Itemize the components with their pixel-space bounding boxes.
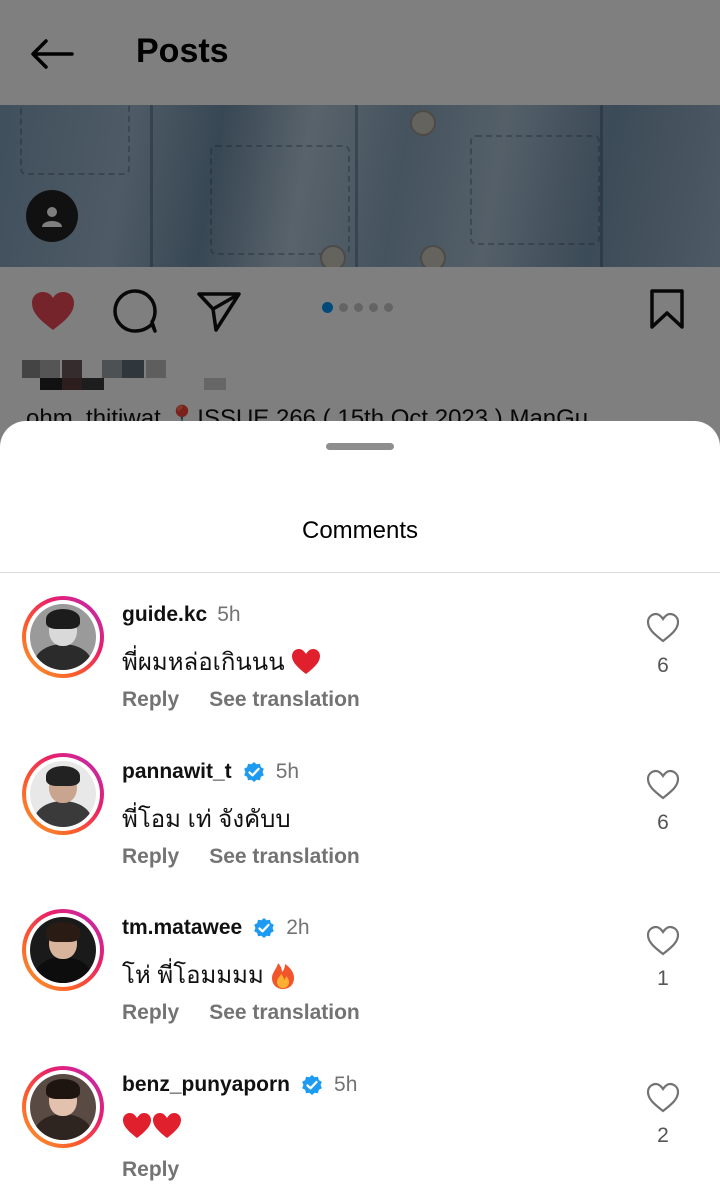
heart-outline-icon xyxy=(646,612,680,643)
avatar[interactable] xyxy=(22,596,104,678)
drag-handle[interactable] xyxy=(326,443,394,450)
comment-username[interactable]: tm.matawee xyxy=(122,916,242,940)
divider xyxy=(0,572,720,573)
red-heart-icon xyxy=(291,648,320,674)
see-translation-button[interactable]: See translation xyxy=(209,1001,360,1025)
comment-username[interactable]: guide.kc xyxy=(122,603,207,627)
red-heart-icon xyxy=(123,1113,151,1138)
comment-item: guide.kc 5h พี่ผมหล่อเกินนน Reply See tr… xyxy=(0,576,720,726)
comments-sheet: Comments guide.kc 5h พี่ผมหล่อเกินนน Rep… xyxy=(0,421,720,1200)
avatar[interactable] xyxy=(22,909,104,991)
avatar[interactable] xyxy=(22,753,104,835)
comment-time: 5h xyxy=(217,603,241,626)
comment-like-count: 1 xyxy=(657,967,669,990)
comment-item: benz_punyaporn 5h Reply 2 xyxy=(0,1046,720,1196)
heart-outline-icon xyxy=(646,1082,680,1113)
heart-outline-icon xyxy=(646,769,680,800)
reply-button[interactable]: Reply xyxy=(122,1158,179,1182)
verified-badge-icon xyxy=(243,762,264,782)
comment-text xyxy=(122,1112,182,1140)
avatar[interactable] xyxy=(22,1066,104,1148)
verified-badge-icon xyxy=(254,918,275,938)
comment-like-button[interactable] xyxy=(646,612,680,644)
comment-username[interactable]: benz_punyaporn xyxy=(122,1073,290,1097)
reply-button[interactable]: Reply xyxy=(122,1001,179,1025)
comment-like-count: 6 xyxy=(657,811,669,834)
comment-text: โห่ พี่โอมมมม xyxy=(122,955,296,994)
comment-like-count: 6 xyxy=(657,654,669,677)
comment-time: 5h xyxy=(275,760,300,783)
comment-text: พี่ผมหล่อเกินนน xyxy=(122,642,321,681)
verified-badge-icon xyxy=(302,1075,322,1095)
reply-button[interactable]: Reply xyxy=(122,688,179,712)
comment-time: 2h xyxy=(286,916,310,939)
red-heart-icon xyxy=(153,1113,181,1138)
reply-button[interactable]: Reply xyxy=(122,845,179,869)
comment-username[interactable]: pannawit_t xyxy=(122,760,232,784)
see-translation-button[interactable]: See translation xyxy=(209,688,360,712)
comment-text: พี่โอม เท่ จังคับบ xyxy=(122,806,291,833)
comment-like-button[interactable] xyxy=(646,1082,680,1114)
comment-like-button[interactable] xyxy=(646,925,680,957)
heart-outline-icon xyxy=(646,925,680,956)
comment-like-count: 2 xyxy=(657,1124,669,1147)
see-translation-button[interactable]: See translation xyxy=(209,845,360,869)
comment-item: pannawit_t 5h พี่โอม เท่ จังคับบ Reply S… xyxy=(0,733,720,883)
sheet-title: Comments xyxy=(301,517,419,544)
comment-item: tm.matawee 2h โห่ พี่โอมมมม Reply See tr… xyxy=(0,889,720,1039)
fire-icon xyxy=(271,962,294,989)
comment-time: 5h xyxy=(334,1073,358,1096)
comment-like-button[interactable] xyxy=(646,769,680,801)
